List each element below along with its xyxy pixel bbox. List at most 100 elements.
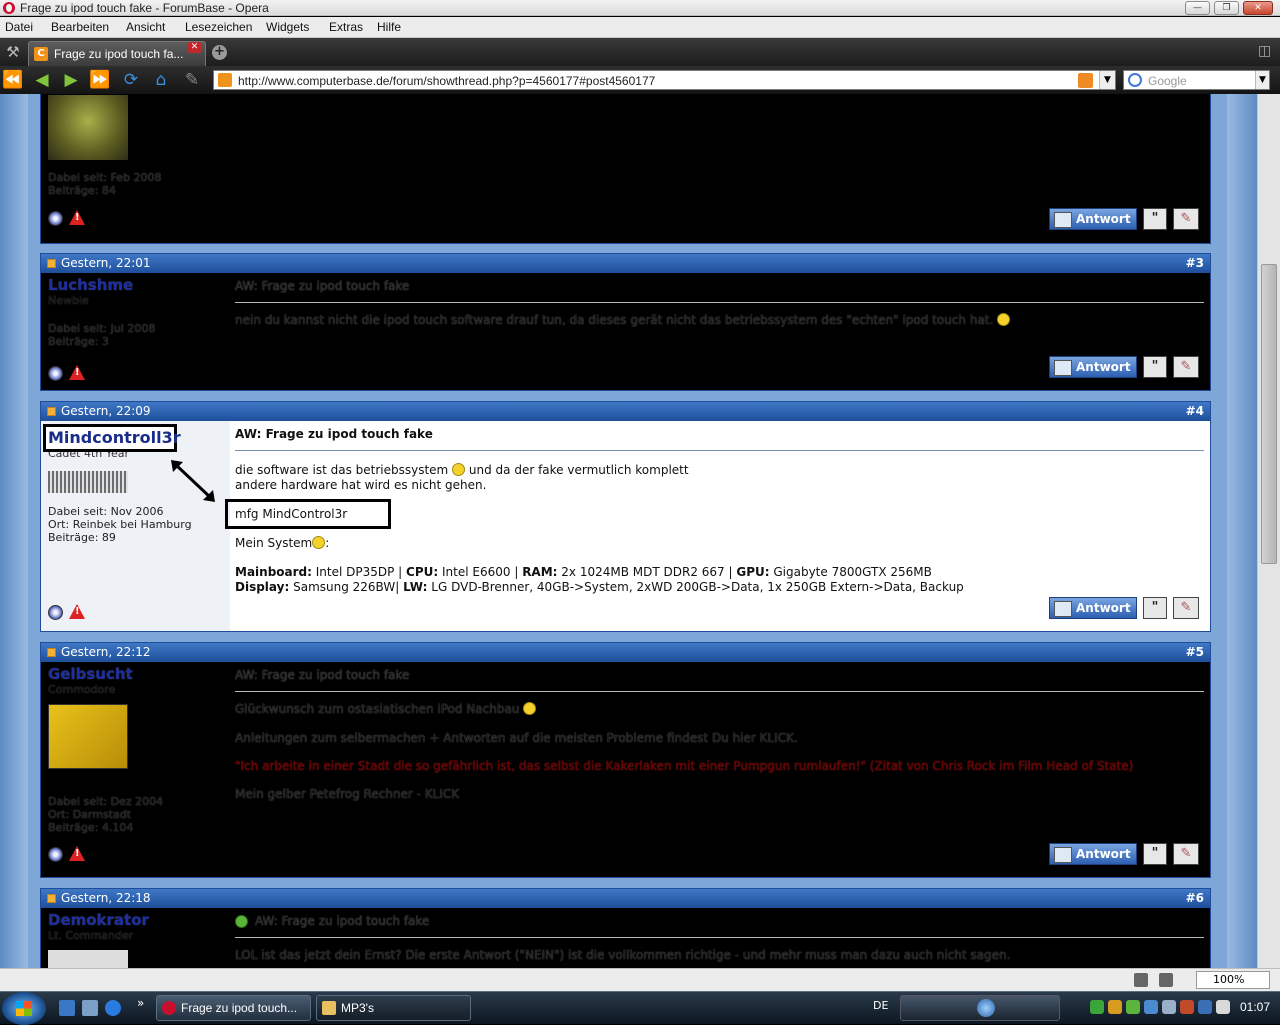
avatar [48, 950, 128, 968]
tray-app-icon[interactable] [1162, 1000, 1176, 1014]
taskbar-item-label: MP3's [341, 1001, 374, 1015]
switch-windows-icon[interactable] [82, 1000, 98, 1016]
reply-button[interactable]: Antwort [1049, 208, 1137, 230]
user-rank: Lt. Commander [48, 929, 134, 942]
reply-button[interactable]: Antwort [1049, 597, 1137, 619]
user-joined: Dabei seit: Dez 2004 [48, 795, 164, 808]
vertical-scrollbar[interactable] [1257, 94, 1280, 968]
language-indicator[interactable]: DE [873, 999, 888, 1012]
post-number[interactable]: #4 [1186, 404, 1204, 418]
quote-button[interactable]: " [1143, 597, 1167, 619]
zoom-select[interactable]: 100% [1196, 971, 1270, 989]
fast-forward-icon[interactable]: ⏩ [89, 71, 111, 89]
reload-icon[interactable]: ⟳ [120, 71, 142, 89]
reply-button[interactable]: Antwort [1049, 843, 1137, 865]
menu-lesezeichen[interactable]: Lesezeichen [185, 20, 252, 34]
post-number[interactable]: #6 [1186, 891, 1204, 905]
address-dropdown-icon[interactable]: ▼ [1099, 71, 1115, 89]
search-field[interactable]: Google ▼ [1123, 70, 1270, 90]
media-player-toolbar[interactable] [900, 995, 1060, 1021]
profile-icon[interactable] [48, 366, 63, 381]
tray-app-icon[interactable] [1108, 1000, 1122, 1014]
multiquote-button[interactable]: ✎ [1173, 356, 1199, 378]
tab-close-icon[interactable]: ✕ [188, 42, 201, 53]
taskbar-item-opera[interactable]: Frage zu ipod touch... [156, 995, 311, 1021]
tab-active[interactable]: C Frage zu ipod touch fa... ✕ [28, 41, 206, 66]
tray-app-icon[interactable] [1144, 1000, 1158, 1014]
maximize-button[interactable]: ❐ [1214, 1, 1239, 15]
multiquote-button[interactable]: ✎ [1173, 597, 1199, 619]
profile-icon[interactable] [48, 847, 63, 862]
start-button[interactable] [2, 992, 46, 1025]
tray-app-icon[interactable] [1180, 1000, 1194, 1014]
volume-icon[interactable] [1216, 1000, 1230, 1014]
play-pause-icon[interactable] [977, 999, 995, 1017]
address-field[interactable]: http://www.computerbase.de/forum/showthr… [213, 70, 1116, 90]
username[interactable]: Mindcontroll3r [48, 428, 181, 447]
menu-hilfe[interactable]: Hilfe [377, 20, 401, 34]
profile-icon[interactable] [48, 605, 63, 620]
post-separator [235, 302, 1204, 303]
close-button[interactable]: ✕ [1243, 1, 1273, 15]
rss-icon[interactable] [1078, 73, 1093, 88]
menu-bearbeiten[interactable]: Bearbeiten [51, 20, 109, 34]
multiquote-button[interactable]: ✎ [1173, 843, 1199, 865]
window-title: Frage zu ipod touch fake - ForumBase - O… [20, 1, 269, 15]
quicklaunch-more-icon[interactable]: » [137, 996, 144, 1010]
report-icon[interactable] [69, 210, 85, 225]
minimize-button[interactable]: — [1185, 1, 1210, 15]
report-icon[interactable] [69, 365, 85, 380]
report-icon[interactable] [69, 846, 85, 861]
multiquote-button[interactable]: ✎ [1173, 208, 1199, 230]
tools-icon[interactable]: ⚒ [4, 43, 22, 61]
scrollbar-thumb[interactable] [1261, 264, 1277, 564]
spec-value: Intel E6600 | [438, 565, 523, 579]
print-icon[interactable] [1134, 973, 1148, 987]
quote-button[interactable]: " [1143, 843, 1167, 865]
post-3: Gestern, 22:01 #3 Luchshme Newbie Dabei … [40, 253, 1211, 391]
taskbar-item-folder[interactable]: MP3's [316, 995, 471, 1021]
back-icon[interactable]: ◀ [31, 71, 53, 89]
menu-datei[interactable]: Datei [5, 20, 33, 34]
username[interactable]: Demokrator [48, 911, 149, 929]
menu-widgets[interactable]: Widgets [266, 20, 309, 34]
post-number[interactable]: #5 [1186, 645, 1204, 659]
tray-app-icon[interactable] [1126, 1000, 1140, 1014]
menu-ansicht[interactable]: Ansicht [126, 20, 165, 34]
show-desktop-icon[interactable] [59, 1000, 75, 1016]
search-dropdown-icon[interactable]: ▼ [1255, 71, 1269, 89]
post-number[interactable]: #3 [1186, 256, 1204, 270]
forward-icon[interactable]: ▶ [60, 71, 82, 89]
avatar [48, 704, 128, 769]
internet-explorer-icon[interactable] [105, 1000, 121, 1016]
menu-bar: Datei Bearbeiten Ansicht Lesezeichen Wid… [0, 17, 1280, 38]
edit-icon[interactable]: ✎ [181, 71, 203, 89]
post-title: AW: Frage zu ipod touch fake [235, 427, 433, 441]
user-info: Dabei seit: Nov 2006 Ort: Reinbek bei Ha… [48, 505, 192, 544]
username[interactable]: Luchshme [48, 276, 133, 294]
camera-icon[interactable] [1159, 973, 1173, 987]
globe-icon [235, 915, 248, 928]
clock[interactable]: 01:07 [1240, 1000, 1270, 1014]
reply-button[interactable]: Antwort [1049, 356, 1137, 378]
tray-app-icon[interactable] [1090, 1000, 1104, 1014]
quote-button[interactable]: " [1143, 356, 1167, 378]
system-label-text: Mein System [235, 536, 313, 550]
report-icon[interactable] [69, 604, 85, 619]
menu-extras[interactable]: Extras [329, 20, 363, 34]
spec-key: RAM: [522, 565, 558, 579]
quote-button[interactable]: " [1143, 208, 1167, 230]
username[interactable]: Gelbsucht [48, 665, 133, 683]
post-text-line1b: und da der fake vermutlich komplett [468, 463, 689, 477]
post-separator [235, 937, 1204, 938]
rewind-icon[interactable]: ⏪ [2, 71, 24, 89]
new-tab-icon[interactable]: + [212, 45, 227, 60]
network-icon[interactable] [1198, 1000, 1212, 1014]
site-favicon-icon: C [34, 47, 48, 61]
home-icon[interactable]: ⌂ [150, 71, 172, 89]
user-posts: Beiträge: 89 [48, 531, 116, 544]
smiley-icon [452, 463, 466, 476]
page-left-gutter [0, 94, 28, 968]
profile-icon[interactable] [48, 211, 63, 226]
trash-icon[interactable]: ◫ [1258, 43, 1272, 61]
